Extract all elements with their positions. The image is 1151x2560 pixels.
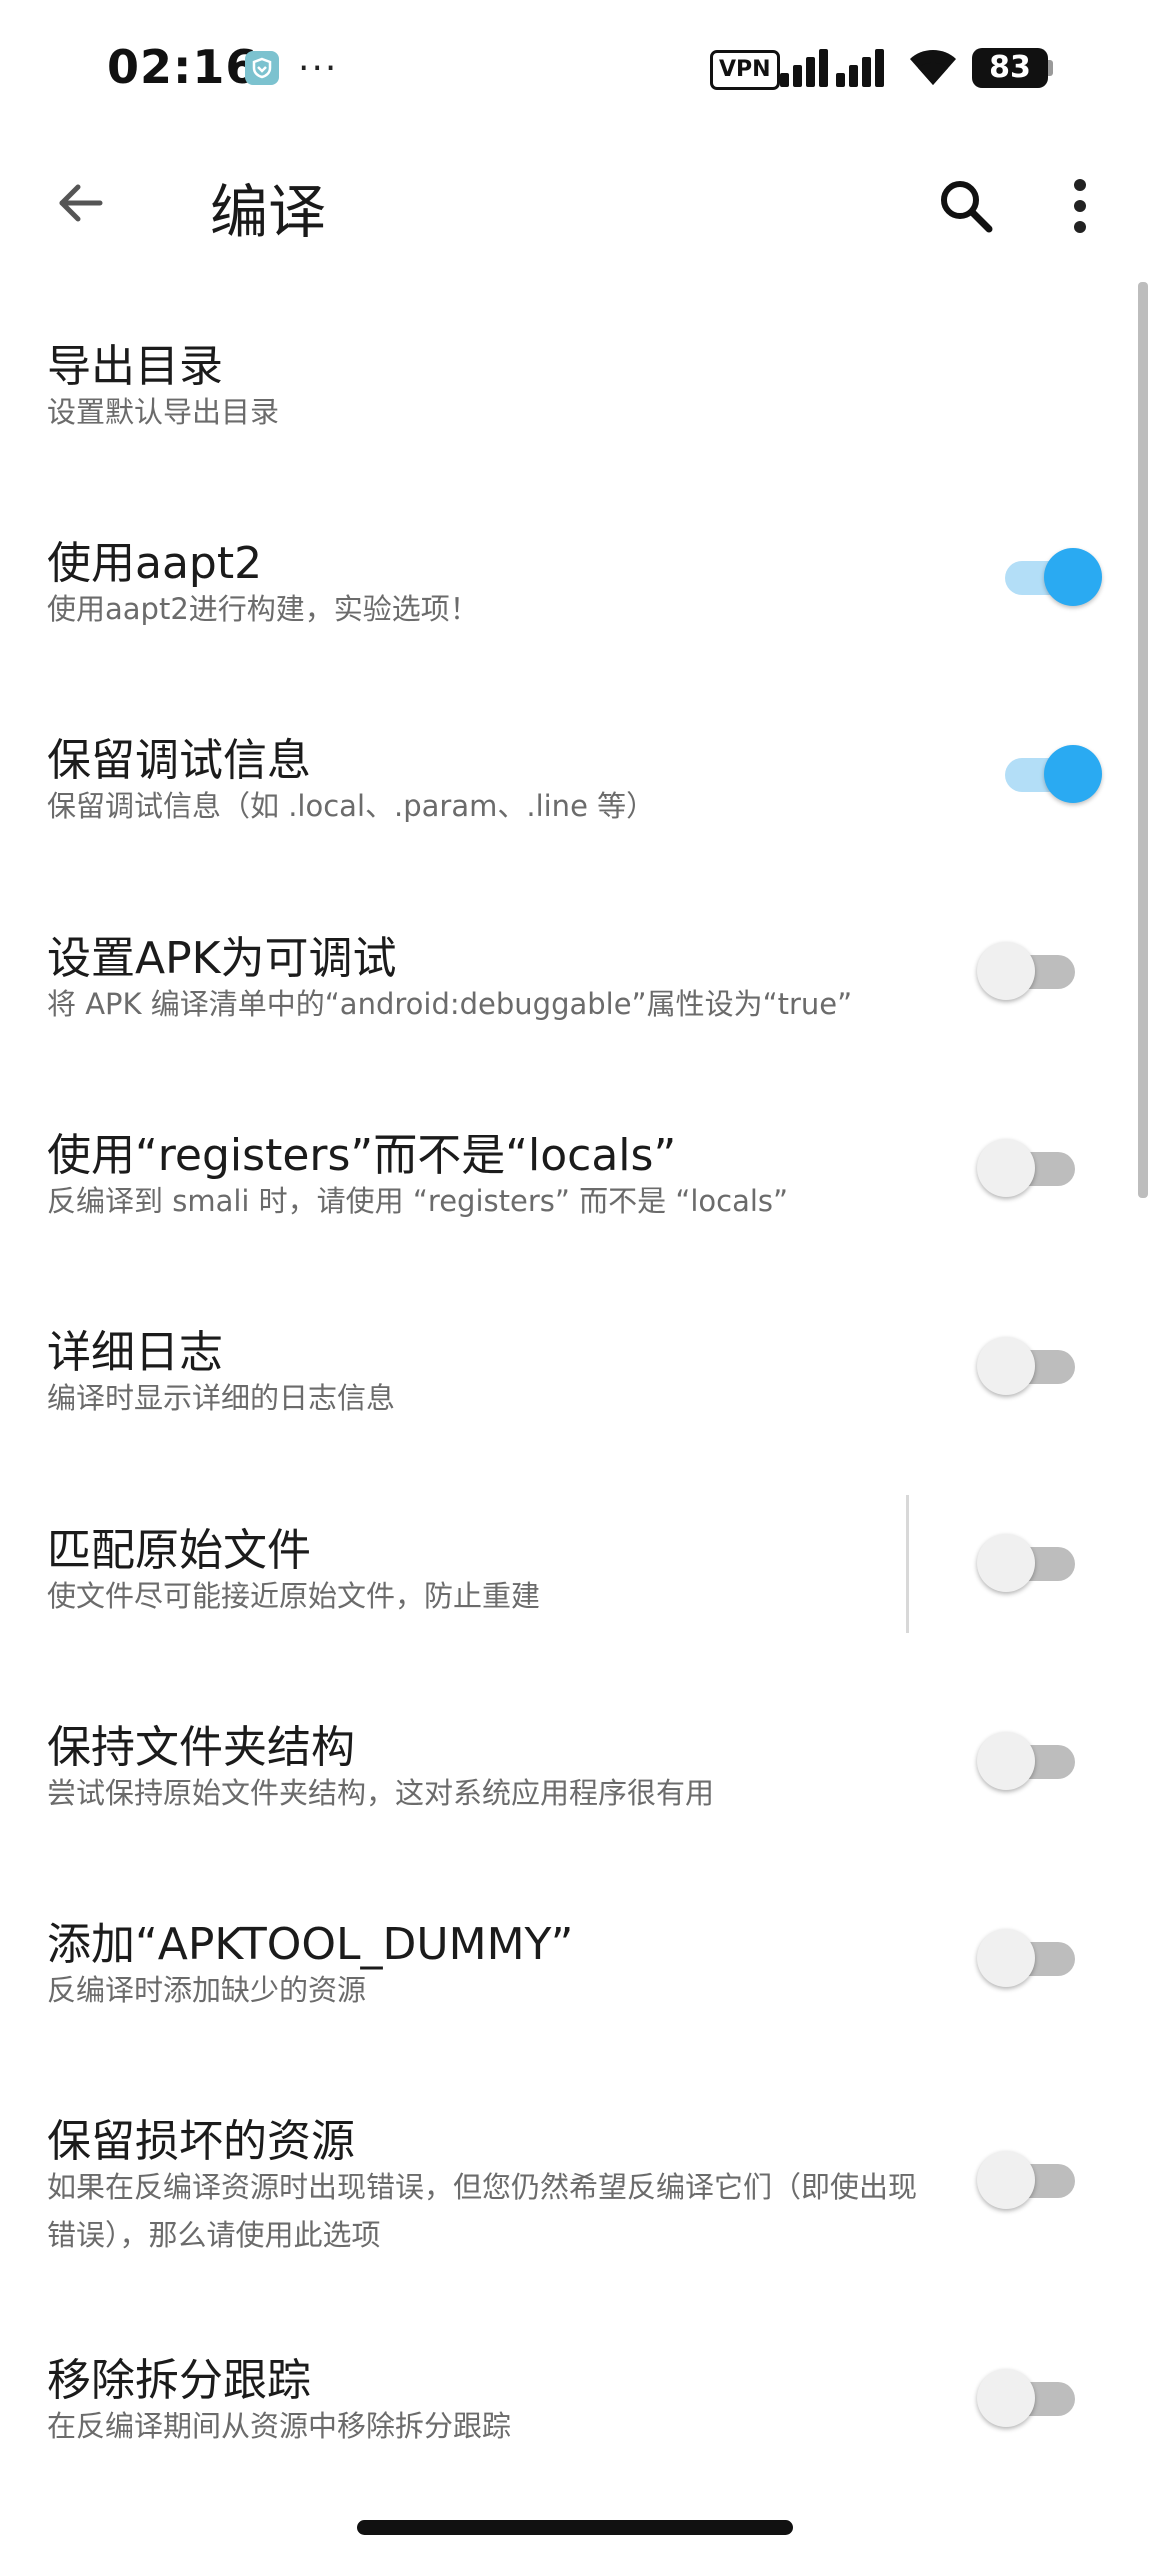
switch-thumb: [977, 1929, 1035, 1987]
switch-thumb: [977, 1732, 1035, 1790]
setting-summary: 尝试保持原始文件夹结构，这对系统应用程序很有用: [47, 1776, 715, 1810]
toggle-switch[interactable]: [977, 1532, 1085, 1592]
setting-title: 保留损坏的资源: [47, 2116, 355, 2167]
setting-summary: 编译时显示详细的日志信息: [47, 1381, 396, 1415]
switch-thumb: [977, 2369, 1035, 2427]
more-vert-icon: [1074, 179, 1086, 233]
toggle-switch[interactable]: [977, 2367, 1085, 2427]
switch-thumb: [977, 942, 1035, 1000]
back-arrow-icon: [59, 184, 103, 222]
toolbar: 编译: [0, 135, 1151, 265]
search-button[interactable]: [925, 165, 1005, 245]
switch-thumb: [1044, 548, 1102, 606]
setting-summary: 如果在反编译资源时出现错误，但您仍然希望反编译它们（即使出现错误），那么请使用此…: [47, 2170, 918, 2252]
setting-title: 保留调试信息: [47, 735, 311, 786]
setting-summary: 将 APK 编译清单中的“android:debuggable”属性设为“tru…: [47, 987, 853, 1021]
divider-line: [906, 1495, 909, 1633]
setting-title: 添加“APKTOOL_DUMMY”: [47, 1919, 574, 1970]
scrollbar[interactable]: [1138, 282, 1148, 1198]
status-bar: 02:16 ··· VPN 83: [0, 0, 1151, 135]
status-time: 02:16: [107, 40, 259, 94]
setting-summary: 使用aapt2进行构建，实验选项！: [47, 592, 479, 626]
battery-indicator: 83: [972, 48, 1048, 88]
switch-thumb: [977, 1139, 1035, 1197]
toggle-switch[interactable]: [977, 1927, 1085, 1987]
back-button[interactable]: [40, 163, 120, 243]
battery-tip: [1048, 60, 1053, 76]
toggle-switch[interactable]: [977, 1335, 1085, 1395]
setting-summary: 保留调试信息（如 .local、.param、.line 等）: [47, 789, 656, 823]
setting-title: 匹配原始文件: [47, 1525, 311, 1576]
setting-summary: 反编译时添加缺少的资源: [47, 1973, 367, 2007]
setting-title: 移除拆分跟踪: [47, 2355, 311, 2406]
switch-thumb: [977, 2151, 1035, 2209]
setting-title: 导出目录: [47, 341, 223, 392]
vpn-badge: VPN: [710, 50, 780, 90]
switch-thumb: [977, 1534, 1035, 1592]
setting-summary: 设置默认导出目录: [47, 395, 280, 429]
toggle-switch[interactable]: [977, 2149, 1085, 2209]
toggle-switch[interactable]: [977, 1137, 1085, 1197]
setting-summary: 反编译到 smali 时，请使用 “registers” 而不是 “locals…: [47, 1184, 789, 1218]
toggle-switch[interactable]: [977, 940, 1085, 1000]
setting-title: 详细日志: [47, 1327, 223, 1378]
toggle-switch[interactable]: [1000, 546, 1102, 606]
setting-title: 使用aapt2: [47, 538, 263, 589]
search-icon: [941, 181, 993, 233]
shield-app-icon: [245, 51, 279, 85]
more-notifications-icon: ···: [298, 48, 339, 89]
toggle-switch[interactable]: [977, 1730, 1085, 1790]
page-title: 编译: [210, 178, 327, 246]
switch-thumb: [977, 1337, 1035, 1395]
signal-icon: [778, 45, 893, 94]
more-options-button[interactable]: [1055, 165, 1115, 245]
switch-thumb: [1044, 745, 1102, 803]
setting-title: 保持文件夹结构: [47, 1722, 355, 1773]
setting-title: 使用“registers”而不是“locals”: [47, 1130, 677, 1181]
gesture-navigation-handle[interactable]: [357, 2520, 793, 2535]
toggle-switch[interactable]: [1000, 743, 1102, 803]
setting-title: 设置APK为可调试: [47, 933, 397, 984]
setting-summary: 在反编译期间从资源中移除拆分跟踪: [47, 2409, 512, 2443]
setting-summary: 使文件尽可能接近原始文件，防止重建: [47, 1579, 541, 1613]
wifi-icon: [908, 45, 958, 91]
